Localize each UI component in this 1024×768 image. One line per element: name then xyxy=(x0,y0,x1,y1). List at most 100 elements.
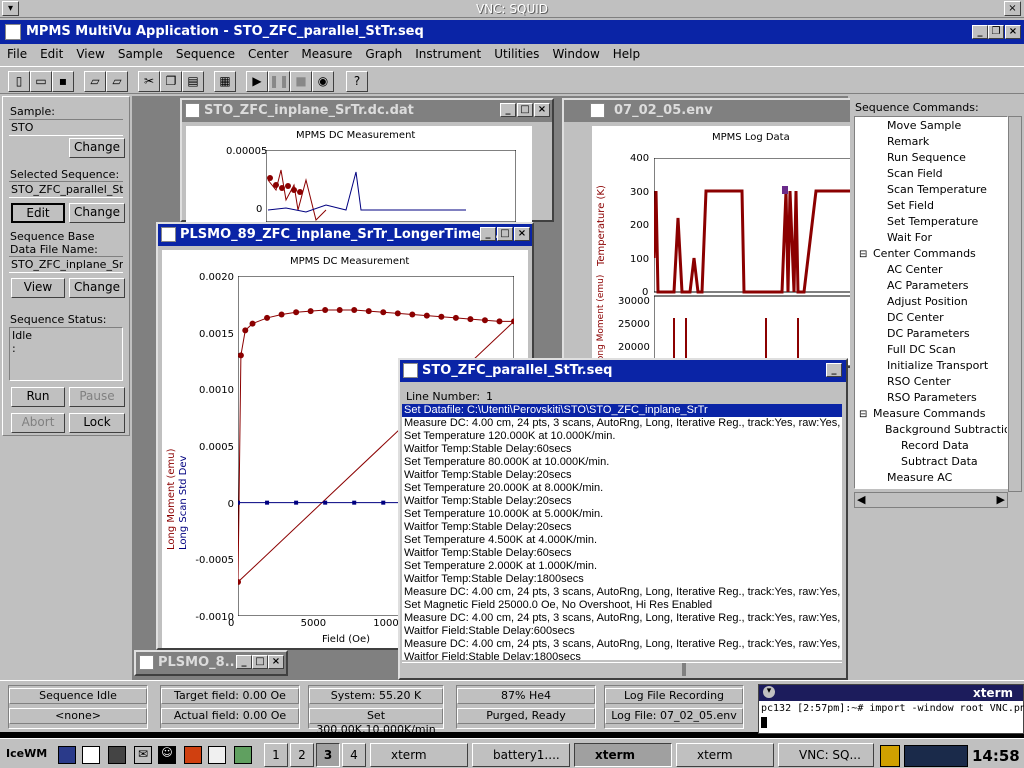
sequence-command-item[interactable]: Measure Commands xyxy=(873,407,986,420)
sequence-commands-tree[interactable]: Move Sample Remark Run Sequence Scan Field S… xyxy=(854,116,1008,489)
sequence-command-item[interactable]: Set Field xyxy=(887,199,934,212)
open-folder-icon[interactable]: ▱ xyxy=(84,71,106,92)
sequence-command-item[interactable]: Center Commands xyxy=(873,247,976,260)
restore-button[interactable]: ❐ xyxy=(988,25,1004,39)
xterm-window[interactable]: ▾ xterm pc132 [2:57pm]:~# import -window… xyxy=(758,684,1024,734)
menu-measure[interactable]: Measure xyxy=(294,44,358,61)
plsmo8-minimize[interactable]: _ xyxy=(236,655,252,669)
new-icon[interactable]: ▯ xyxy=(8,71,30,92)
menu-edit[interactable]: Edit xyxy=(33,44,69,61)
sequence-command-item[interactable]: Measure AC xyxy=(887,471,952,484)
sequence-line[interactable]: Set Temperature 4.500K at 4.000K/min. xyxy=(402,534,842,547)
menu-view[interactable]: View xyxy=(69,44,110,61)
task-xterm-3[interactable]: xterm xyxy=(676,743,774,767)
menu-sequence[interactable]: Sequence xyxy=(169,44,241,61)
menu-sample[interactable]: Sample xyxy=(111,44,169,61)
paste-icon[interactable]: ▤ xyxy=(182,71,204,92)
print-icon[interactable]: ▦ xyxy=(214,71,236,92)
pause-button[interactable]: Pause xyxy=(69,387,125,407)
sequence-line[interactable]: Waitfor Temp:Stable Delay:20secs xyxy=(402,521,842,534)
editor-icon[interactable] xyxy=(234,746,252,764)
menu-instrument[interactable]: Instrument xyxy=(408,44,487,61)
tree-vscrollbar[interactable] xyxy=(1008,116,1022,492)
start-button[interactable]: IceWM xyxy=(2,743,52,767)
sample-change-button[interactable]: Change xyxy=(69,138,125,158)
xterm-menu-icon[interactable]: ▾ xyxy=(763,686,775,698)
sequence-command-item[interactable]: Adjust Position xyxy=(887,295,968,308)
plsmo8-window[interactable]: PLSMO_8... _ □ × xyxy=(134,650,288,676)
dcdat-titlebar[interactable]: STO_ZFC_inplane_SrTr.dc.dat _ □ × xyxy=(182,100,552,122)
task-xterm-1[interactable]: xterm xyxy=(370,743,468,767)
close-button[interactable]: × xyxy=(1005,25,1021,39)
workspace-1[interactable]: 1 xyxy=(264,743,288,767)
plsmo8-maximize[interactable]: □ xyxy=(252,655,268,669)
show-desktop-icon[interactable] xyxy=(58,746,76,764)
menu-center[interactable]: Center xyxy=(241,44,294,61)
lock-button[interactable]: Lock xyxy=(69,413,125,433)
run-icon[interactable]: ▶ xyxy=(246,71,268,92)
sequence-command-item[interactable]: Set Temperature xyxy=(887,215,978,228)
vnc-menu-button[interactable]: ▾ xyxy=(2,1,19,16)
browser-icon[interactable] xyxy=(184,746,202,764)
lock-icon[interactable]: ◉ xyxy=(312,71,334,92)
sequence-line[interactable]: Set Temperature 2.000K at 1.000K/min. xyxy=(402,560,842,573)
xterm-titlebar[interactable]: ▾ xterm xyxy=(759,685,1023,701)
sequence-line[interactable]: Measure DC: 4.00 cm, 24 pts, 3 scans, Au… xyxy=(402,612,842,625)
sequence-command-item[interactable]: DC Parameters xyxy=(887,327,970,340)
stop-icon[interactable]: ■ xyxy=(290,71,312,92)
sequence-command-item[interactable]: Full DC Scan xyxy=(887,343,956,356)
menu-help[interactable]: Help xyxy=(606,44,646,61)
sequence-command-item[interactable]: Subtract Data xyxy=(901,455,978,468)
workspace-2[interactable]: 2 xyxy=(290,743,314,767)
hscroll-thumb[interactable] xyxy=(682,663,686,676)
env-titlebar[interactable]: 07_02_05.env xyxy=(564,100,850,122)
env-window[interactable]: 07_02_05.env MPMS Log Data Temperature (… xyxy=(562,98,854,368)
mail-icon[interactable]: ✉ xyxy=(134,746,152,764)
sequence-command-item[interactable]: DC Center xyxy=(887,311,944,324)
sequence-line[interactable]: Measure DC: 4.00 cm, 24 pts, 3 scans, Au… xyxy=(402,417,842,430)
sequence-command-item[interactable]: AC Center xyxy=(887,263,943,276)
plsmo-close[interactable]: × xyxy=(514,227,530,241)
sequence-line[interactable]: Set Temperature 120.000K at 10.000K/min. xyxy=(402,430,842,443)
sequence-line[interactable]: Waitfor Temp:Stable Delay:60secs xyxy=(402,547,842,560)
menu-utilities[interactable]: Utilities xyxy=(487,44,545,61)
plsmo-minimize[interactable]: _ xyxy=(480,227,496,241)
sequence-command-item[interactable]: Run Sequence xyxy=(887,151,966,164)
sequence-command-item[interactable]: Scan Temperature xyxy=(887,183,987,196)
pause-icon[interactable]: ❚❚ xyxy=(268,71,290,92)
sequence-command-item[interactable]: AC Parameters xyxy=(887,279,968,292)
sequence-command-item[interactable]: RSO Center xyxy=(887,375,951,388)
menu-file[interactable]: File xyxy=(0,44,33,61)
abort-button[interactable]: Abort xyxy=(11,413,65,433)
sequence-hscrollbar[interactable] xyxy=(402,662,842,676)
window-list-icon[interactable] xyxy=(82,746,100,764)
sequence-line[interactable]: Set Temperature 10.000K at 5.000K/min. xyxy=(402,508,842,521)
sequence-command-item[interactable]: Remark xyxy=(887,135,929,148)
sequence-minimize[interactable]: _ xyxy=(826,363,842,377)
plsmo8-close[interactable]: × xyxy=(268,655,284,669)
save-icon[interactable]: ▪ xyxy=(52,71,74,92)
sequence-line[interactable]: Set Temperature 20.000K at 8.000K/min. xyxy=(402,482,842,495)
sequence-line[interactable]: Measure DC: 4.00 cm, 24 pts, 3 scans, Au… xyxy=(402,586,842,599)
sequence-line[interactable]: Set Datafile: C:\Utenti\Perovskiti\STO\S… xyxy=(402,404,842,417)
sequence-command-item[interactable]: Initialize Transport xyxy=(887,359,988,372)
open-icon[interactable]: ▭ xyxy=(30,71,52,92)
vnc-close-button[interactable]: × xyxy=(1004,1,1021,16)
view-button[interactable]: View xyxy=(11,278,65,298)
task-battery[interactable]: battery1.... xyxy=(472,743,570,767)
task-vnc[interactable]: VNC: SQ... xyxy=(778,743,874,767)
tray-icon[interactable] xyxy=(880,745,900,767)
menu-graph[interactable]: Graph xyxy=(358,44,408,61)
plsmo-maximize[interactable]: □ xyxy=(497,227,513,241)
dcdat-window[interactable]: STO_ZFC_inplane_SrTr.dc.dat _ □ × MPMS D… xyxy=(180,98,554,222)
collapse-icon[interactable]: ⊟ xyxy=(859,249,867,260)
sequence-command-item[interactable]: Wait For xyxy=(887,231,932,244)
datafile-change-button[interactable]: Change xyxy=(69,278,125,298)
menu-window[interactable]: Window xyxy=(545,44,605,61)
sequence-line[interactable]: Set Temperature 80.000K at 10.000K/min. xyxy=(402,456,842,469)
plsmo8-titlebar[interactable]: PLSMO_8... _ □ × xyxy=(136,652,286,674)
sequence-command-item[interactable]: Record Data xyxy=(901,439,969,452)
sequence-line[interactable]: Waitfor Temp:Stable Delay:20secs xyxy=(402,495,842,508)
minimize-button[interactable]: _ xyxy=(972,25,988,39)
sequence-command-item[interactable]: Scan Field xyxy=(887,167,943,180)
